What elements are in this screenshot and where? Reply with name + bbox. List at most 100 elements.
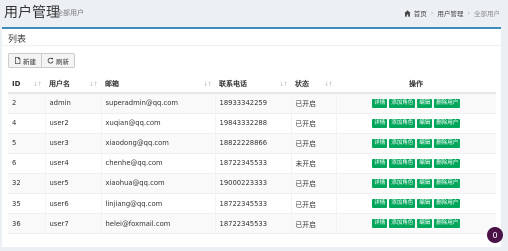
cell-email: chenhe@qq.com xyxy=(100,153,215,174)
cell-id: 32 xyxy=(8,173,45,194)
breadcrumb-all-users: 全部用户 xyxy=(474,10,500,18)
column-header-status[interactable]: 状态 ↓↑ xyxy=(291,76,336,94)
cell-status: 未开启 xyxy=(290,153,336,174)
add-role-button[interactable]: 添加角色 xyxy=(389,98,416,108)
cell-username: user5 xyxy=(44,173,101,194)
cell-username: user3 xyxy=(44,133,101,154)
floating-action-button[interactable]: 0 xyxy=(487,227,503,243)
cell-username: user4 xyxy=(44,153,101,174)
cell-actions: 详情 添加角色 编辑 删除用户 xyxy=(335,133,496,154)
delete-user-button[interactable]: 删除用户 xyxy=(434,138,461,148)
add-role-button[interactable]: 添加角色 xyxy=(389,199,416,209)
refresh-icon xyxy=(47,57,54,64)
delete-user-button[interactable]: 删除用户 xyxy=(434,118,461,128)
delete-user-button[interactable]: 删除用户 xyxy=(434,219,461,229)
refresh-button-label: 刷新 xyxy=(56,57,69,66)
table-row: 35 user6 linjiang@qq.com 18722345533 已开启 详情 添加… xyxy=(8,193,496,215)
home-icon xyxy=(404,9,411,17)
add-role-button[interactable]: 添加角色 xyxy=(389,178,416,188)
cell-actions: 详情 添加角色 编辑 删除用户 xyxy=(335,193,496,215)
detail-button[interactable]: 详情 xyxy=(372,219,388,229)
cell-email: helei@foxmail.com xyxy=(100,213,215,235)
detail-button[interactable]: 详情 xyxy=(372,199,388,209)
file-icon xyxy=(15,57,21,64)
column-header-actions: 操作 xyxy=(336,76,496,94)
breadcrumb-separator: › xyxy=(430,9,434,17)
new-button-label: 新建 xyxy=(23,57,36,66)
edit-button[interactable]: 编辑 xyxy=(417,138,433,148)
cell-phone: 19843332288 xyxy=(214,113,291,134)
table-row: 6 user4 chenhe@qq.com 18722345533 未开启 详情 添加角色编… xyxy=(8,153,496,174)
cell-phone: 19000223333 xyxy=(214,173,291,194)
refresh-button[interactable]: 刷新 xyxy=(42,53,75,68)
cell-id: 36 xyxy=(8,213,45,235)
cell-status: 已开启 xyxy=(290,113,336,134)
cell-email: superadmin@qq.com xyxy=(100,93,215,114)
edit-button[interactable]: 编辑 xyxy=(417,158,433,168)
cell-username: admin xyxy=(44,93,101,114)
cell-username: user7 xyxy=(44,213,101,235)
cell-id: 6 xyxy=(8,153,45,174)
detail-button[interactable]: 详情 xyxy=(372,118,388,128)
cell-status: 已开启 xyxy=(290,133,336,154)
column-header-phone[interactable]: 联系电话 ↓↑ xyxy=(215,76,291,94)
cell-id: 2 xyxy=(8,93,45,114)
toolbar: 新建 刷新 xyxy=(8,53,75,68)
users-table: ID ↓↑ 用户名 ↓↑ 邮箱 ↓↑ 联系电话 ↓↑ 状态 ↓↑ 操作 2 admin sup… xyxy=(8,76,496,235)
cell-phone: 18933342259 xyxy=(214,93,291,114)
delete-user-button[interactable]: 删除用户 xyxy=(434,98,461,108)
sort-icon: ↓↑ xyxy=(323,81,333,88)
cell-actions: 详情 添加角色 编辑 删除用户 xyxy=(335,173,496,194)
cell-status: 已开启 xyxy=(290,93,336,114)
edit-button[interactable]: 编辑 xyxy=(417,118,433,128)
delete-user-button[interactable]: 删除用户 xyxy=(434,178,461,188)
cell-status: 已开启 xyxy=(290,213,336,235)
breadcrumb-home[interactable]: 首页 xyxy=(414,8,427,18)
cell-email: xiaodong@qq.com xyxy=(100,133,215,154)
edit-button[interactable]: 编辑 xyxy=(417,178,433,188)
delete-user-button[interactable]: 删除用户 xyxy=(434,199,461,209)
new-button[interactable]: 新建 xyxy=(8,53,42,68)
sort-icon: ↓↑ xyxy=(278,81,288,88)
breadcrumb: 首页 › 用户管理 › 全部用户 xyxy=(404,8,500,18)
cell-username: user2 xyxy=(44,113,101,134)
add-role-button[interactable]: 添加角色 xyxy=(389,219,416,229)
list-panel: 列表 新建 刷新 ID ↓↑ 用户名 ↓↑ 邮箱 ↓↑ 联系电话 ↓↑ 状态 ↓↑ 操作 … xyxy=(2,27,501,247)
column-header-id[interactable]: ID ↓↑ xyxy=(8,76,45,94)
edit-button[interactable]: 编辑 xyxy=(417,98,433,108)
add-role-button[interactable]: 添加角色 xyxy=(389,138,416,148)
cell-username: user6 xyxy=(44,193,101,215)
table-row: 4 user2 xuqian@qq.com 19843332288 已开启 详情 添加角色编… xyxy=(8,113,496,134)
cell-phone: 18722345533 xyxy=(214,153,291,174)
add-role-button[interactable]: 添加角色 xyxy=(389,158,416,168)
delete-user-button[interactable]: 删除用户 xyxy=(434,158,461,168)
edit-button[interactable]: 编辑 xyxy=(417,219,433,229)
sort-icon: ↓↑ xyxy=(202,81,212,88)
column-header-username[interactable]: 用户名 ↓↑ xyxy=(45,76,101,94)
cell-phone: 18722345533 xyxy=(214,213,291,235)
cell-email: xuqian@qq.com xyxy=(100,113,215,134)
cell-actions: 详情 添加角色 编辑 删除用户 xyxy=(335,153,496,174)
table-row: 32 user5 xiaohua@qq.com 19000223333 已开启 详情 添加角… xyxy=(8,173,496,194)
column-header-email[interactable]: 邮箱 ↓↑ xyxy=(101,76,215,94)
content-header: 用户管理 全部用户 首页 › 用户管理 › 全部用户 xyxy=(0,0,508,28)
add-role-button[interactable]: 添加角色 xyxy=(389,118,416,128)
detail-button[interactable]: 详情 xyxy=(372,98,388,108)
sort-icon: ↓↑ xyxy=(32,81,42,88)
cell-id: 5 xyxy=(8,133,45,154)
cell-status: 已开启 xyxy=(290,173,336,194)
breadcrumb-user-management[interactable]: 用户管理 xyxy=(437,8,463,18)
edit-button[interactable]: 编辑 xyxy=(417,199,433,209)
detail-button[interactable]: 详情 xyxy=(372,138,388,148)
cell-phone: 18722345533 xyxy=(214,193,291,215)
detail-button[interactable]: 详情 xyxy=(372,158,388,168)
breadcrumb-separator: › xyxy=(467,9,470,17)
table-row: 2 admin superadmin@qq.com 18933342259 已开启 详情添… xyxy=(8,93,496,114)
cell-actions: 详情 添加角色 编辑 删除用户 xyxy=(335,93,496,114)
cell-id: 35 xyxy=(8,193,45,215)
page-subtitle: 全部用户 xyxy=(56,9,84,17)
cell-email: xiaohua@qq.com xyxy=(100,173,215,194)
table-row: 5 user3 xiaodong@qq.com 18822228866 已开启 详情 添加角… xyxy=(8,133,496,154)
cell-id: 4 xyxy=(8,113,45,134)
detail-button[interactable]: 详情 xyxy=(372,178,388,188)
